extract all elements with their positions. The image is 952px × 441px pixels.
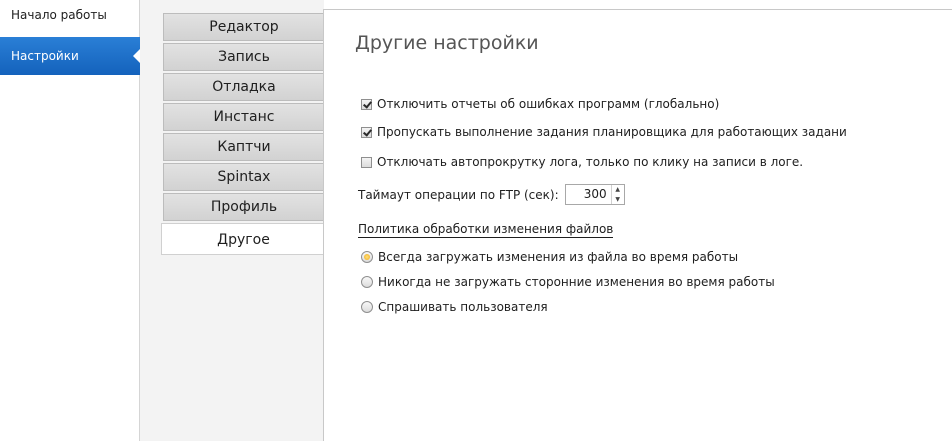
tab-instance[interactable]: Инстанс xyxy=(163,103,324,131)
settings-panel: Другие настройки Отключить отчеты об оши… xyxy=(323,9,952,441)
radio-row-always-load[interactable]: Всегда загружать изменения из файла во в… xyxy=(361,250,738,264)
tab-debug[interactable]: Отладка xyxy=(163,73,324,101)
radio-label: Всегда загружать изменения из файла во в… xyxy=(378,250,739,264)
tab-other[interactable]: Другое xyxy=(161,223,325,255)
ftp-timeout-row: Таймаут операции по FTP (сек): 300 ▲ ▼ xyxy=(358,184,625,205)
radio-ask-user[interactable] xyxy=(361,301,373,313)
radio-always-load[interactable] xyxy=(361,251,373,263)
radio-row-ask-user[interactable]: Спрашивать пользователя xyxy=(361,300,548,314)
settings-tabs: Редактор Запись Отладка Инстанс Каптчи S… xyxy=(161,13,325,257)
ftp-timeout-value[interactable]: 300 xyxy=(566,185,611,204)
radio-row-never-load[interactable]: Никогда не загружать сторонние изменения… xyxy=(361,275,775,289)
file-change-policy-title: Политика обработки изменения файлов xyxy=(358,222,614,238)
tab-record[interactable]: Запись xyxy=(163,43,324,71)
checkbox-row-disable-autoscroll[interactable]: Отключать автопрокрутку лога, только по … xyxy=(361,155,803,169)
ftp-timeout-label: Таймаут операции по FTP (сек): xyxy=(358,187,559,202)
tab-captcha[interactable]: Каптчи xyxy=(163,133,324,161)
checkbox-disable-autoscroll[interactable] xyxy=(361,156,372,168)
tab-profile[interactable]: Профиль xyxy=(163,193,324,221)
left-nav: Начало работы Настройки xyxy=(0,0,141,441)
checkbox-label: Отключать автопрокрутку лога, только по … xyxy=(377,155,804,169)
nav-item-label: Начало работы xyxy=(11,8,107,22)
checkbox-row-disable-error-reports[interactable]: Отключить отчеты об ошибках программ (гл… xyxy=(361,97,719,111)
tabs-area: Редактор Запись Отладка Инстанс Каптчи S… xyxy=(140,0,325,441)
radio-label: Спрашивать пользователя xyxy=(378,300,548,314)
checkbox-disable-error-reports[interactable] xyxy=(361,98,372,110)
tab-spintax[interactable]: Spintax xyxy=(163,163,324,191)
nav-item-label: Настройки xyxy=(11,49,79,63)
checkbox-skip-scheduler[interactable] xyxy=(361,126,372,138)
stepper-up-icon[interactable]: ▲ xyxy=(612,185,624,195)
stepper-buttons: ▲ ▼ xyxy=(610,185,624,205)
checkbox-row-skip-scheduler[interactable]: Пропускать выполнение задания планировщи… xyxy=(361,125,847,139)
checkbox-label: Отключить отчеты об ошибках программ (гл… xyxy=(377,97,720,111)
radio-label: Никогда не загружать сторонние изменения… xyxy=(378,275,775,289)
stepper-down-icon[interactable]: ▼ xyxy=(612,195,624,205)
tab-editor[interactable]: Редактор xyxy=(163,13,324,41)
nav-item-settings[interactable]: Настройки xyxy=(0,37,141,75)
nav-item-getting-started[interactable]: Начало работы xyxy=(0,0,140,34)
checkbox-label: Пропускать выполнение задания планировщи… xyxy=(377,125,847,139)
page-title: Другие настройки xyxy=(355,32,539,54)
radio-never-load[interactable] xyxy=(361,276,373,288)
ftp-timeout-stepper[interactable]: 300 ▲ ▼ xyxy=(564,184,625,205)
